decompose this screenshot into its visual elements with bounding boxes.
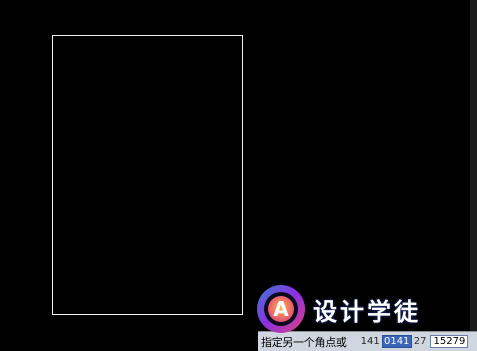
coordinate-separator: 27 (413, 336, 427, 347)
watermark: A 设计学徒 (255, 284, 477, 334)
coordinate-label: 141 (360, 336, 380, 347)
x-coordinate-input[interactable]: 0141 (381, 335, 412, 348)
y-coordinate-input[interactable]: 15279 (430, 335, 469, 348)
watermark-logo-icon: A (257, 285, 305, 333)
watermark-logo-letter: A (273, 297, 289, 321)
watermark-text: 设计学徒 (313, 297, 421, 326)
prompt-text: 指定另一个角点或 (261, 335, 347, 349)
drawn-rectangle (52, 35, 243, 315)
